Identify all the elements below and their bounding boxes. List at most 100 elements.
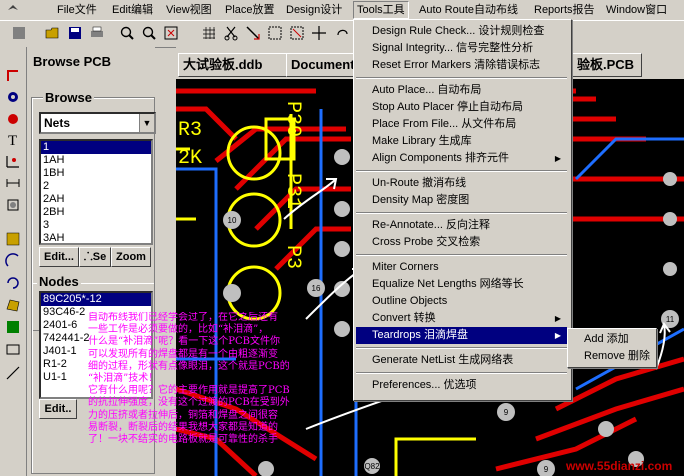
pad-number-11: 11 <box>666 315 675 324</box>
edit-net-button[interactable]: Edit... <box>39 247 79 267</box>
tools-menu-item[interactable]: Outline Objects <box>356 293 567 310</box>
move-icon[interactable] <box>310 25 328 43</box>
tools-menu-item-label: Generate NetList 生成网络表 <box>372 354 514 366</box>
tools-menu-item[interactable]: Stop Auto Placer 停止自动布局 <box>356 99 567 116</box>
label-r3: R3 <box>178 119 202 142</box>
tools-menu-item[interactable]: Convert 转换 ▶ <box>356 310 567 327</box>
net-list-item[interactable]: 2AH <box>41 193 151 206</box>
tools-menu-item-label: Reset Error Markers 清除错误标志 <box>372 59 541 71</box>
room-icon[interactable] <box>4 341 22 359</box>
tools-menu-item[interactable]: Miter Corners <box>356 259 567 276</box>
tools-menu-item[interactable]: Density Map 密度图 <box>356 192 567 209</box>
pad-icon[interactable] <box>4 111 22 129</box>
menu-reports[interactable]: Reports报告 <box>531 2 598 18</box>
menu-separator <box>356 170 567 172</box>
arc-center-icon[interactable] <box>4 275 22 293</box>
zoom-in-icon[interactable] <box>118 25 136 43</box>
browse-pcb-tab[interactable]: Browse PCB <box>33 53 151 71</box>
net-list-item[interactable]: 3 <box>41 219 151 232</box>
menu-view[interactable]: View视图 <box>163 2 215 18</box>
tools-menu-item-label: Outline Objects <box>372 295 448 307</box>
print-icon[interactable] <box>88 25 106 43</box>
arc-icon[interactable] <box>4 253 22 271</box>
tools-menu-item[interactable]: Make Library 生成库 <box>356 133 567 150</box>
tools-menu-item[interactable]: Reset Error Markers 清除错误标志 <box>356 57 567 74</box>
app-menu-icon[interactable] <box>2 2 24 18</box>
route-icon[interactable] <box>4 67 22 85</box>
tools-menu-item-label: Auto Place... 自动布局 <box>372 84 482 96</box>
deselect-icon[interactable] <box>288 25 306 43</box>
select-net-button[interactable]: ⸫Se <box>79 247 111 267</box>
nets-list[interactable]: 1 1AH 1BH 2 2AH 2BH 3 3AH <box>39 139 153 245</box>
tools-menu-item[interactable]: Place From File... 从文件布局 <box>356 116 567 133</box>
tools-menu-item[interactable]: Un-Route 撤消布线 <box>356 175 567 192</box>
tools-menu-item[interactable]: Align Components 排齐元件 ▶ <box>356 150 567 167</box>
fill-icon[interactable] <box>4 231 22 249</box>
tools-menu-item[interactable]: Design Rule Check... 设计规则检查 <box>356 23 567 40</box>
menu-design[interactable]: Design设计 <box>283 2 345 18</box>
menu-tools[interactable]: Tools工具 <box>353 1 409 19</box>
app-icon[interactable] <box>10 25 28 43</box>
menu-edit[interactable]: Edit编辑 <box>109 2 156 18</box>
redo-icon[interactable] <box>334 25 352 43</box>
tools-menu-item[interactable]: Equalize Net Lengths 网络等长 <box>356 276 567 293</box>
browse-type-select[interactable]: Nets ▼ <box>39 112 156 134</box>
menu-place[interactable]: Place放置 <box>222 2 278 18</box>
grid-icon[interactable] <box>200 25 218 43</box>
tools-menu-item[interactable]: Cross Probe 交叉检索 <box>356 234 567 251</box>
net-list-item[interactable]: 1AH <box>41 154 151 167</box>
tools-menu-item[interactable]: Re-Annotate... 反向注释 <box>356 217 567 234</box>
tools-menu-item[interactable]: Generate NetList 生成网络表 <box>356 352 567 369</box>
cut-icon[interactable] <box>222 25 240 43</box>
tab-pcb[interactable]: 验板.PCB <box>572 53 642 77</box>
submenu-add[interactable]: Add 添加 <box>570 331 652 347</box>
tools-menu-item[interactable]: Preferences... 优选项 <box>356 377 567 394</box>
net-list-item[interactable]: 2BH <box>41 206 151 219</box>
submenu-arrow-icon: ▶ <box>554 314 561 323</box>
zoom-net-button[interactable]: Zoom <box>111 247 151 267</box>
split-plane-icon[interactable] <box>4 319 22 337</box>
open-folder-icon[interactable] <box>44 25 62 43</box>
menu-window[interactable]: Window窗口 <box>603 2 670 18</box>
select-icon[interactable] <box>266 25 284 43</box>
submenu-remove[interactable]: Remove 删除 <box>570 348 652 364</box>
menu-file[interactable]: File文件 <box>54 2 100 18</box>
submenu-arrow-icon: ▶ <box>554 331 561 340</box>
tools-menu-item[interactable]: Auto Place... 自动布局 <box>356 82 567 99</box>
tools-menu-item-label: Convert 转换 <box>372 312 436 324</box>
net-list-item[interactable]: 2 <box>41 180 151 193</box>
tools-menu-item[interactable]: Signal Integrity... 信号完整性分析 <box>356 40 567 57</box>
menu-auto-route[interactable]: Auto Route自动布线 <box>416 2 521 18</box>
menu-separator <box>356 212 567 214</box>
node-list-item[interactable]: 89C205*-12 <box>41 293 151 306</box>
cross-probe-icon[interactable] <box>244 25 262 43</box>
text-icon[interactable]: T <box>4 131 22 149</box>
net-list-item[interactable]: 1 <box>41 141 151 154</box>
pad-number-9b: 9 <box>544 465 549 474</box>
menu-separator <box>356 347 567 349</box>
tools-menu-item-label: Make Library 生成库 <box>372 135 472 147</box>
net-list-item[interactable]: 3AH <box>41 232 151 243</box>
tools-menu-item-label: Miter Corners <box>372 261 439 273</box>
svg-text:T: T <box>8 133 17 147</box>
chevron-down-icon[interactable]: ▼ <box>139 114 154 132</box>
tools-menu-item[interactable]: Teardrops 泪滴焊盘 ▶ <box>356 327 567 344</box>
via-icon[interactable] <box>4 89 22 107</box>
dimension-icon[interactable] <box>4 175 22 193</box>
polygon-icon[interactable] <box>4 297 22 315</box>
tools-menu: Design Rule Check... 设计规则检查 Signal Integr… <box>353 19 572 401</box>
tools-menu-item-label: Density Map 密度图 <box>372 194 470 206</box>
save-icon[interactable] <box>66 25 84 43</box>
net-list-item[interactable]: 1BH <box>41 167 151 180</box>
tab-ddb[interactable]: 大试验板.ddb <box>178 53 294 77</box>
menu-separator <box>356 254 567 256</box>
menu-separator <box>356 77 567 79</box>
zoom-out-icon[interactable] <box>140 25 158 43</box>
tools-menu-item-label: Cross Probe 交叉检索 <box>372 236 481 248</box>
fit-icon[interactable] <box>162 25 180 43</box>
edit-node-button[interactable]: Edit.. <box>39 399 77 419</box>
component-icon[interactable] <box>4 197 22 215</box>
watermark: www.55dianzi.com <box>566 459 673 473</box>
line-icon[interactable] <box>4 365 22 383</box>
coordinate-icon[interactable] <box>4 153 22 171</box>
